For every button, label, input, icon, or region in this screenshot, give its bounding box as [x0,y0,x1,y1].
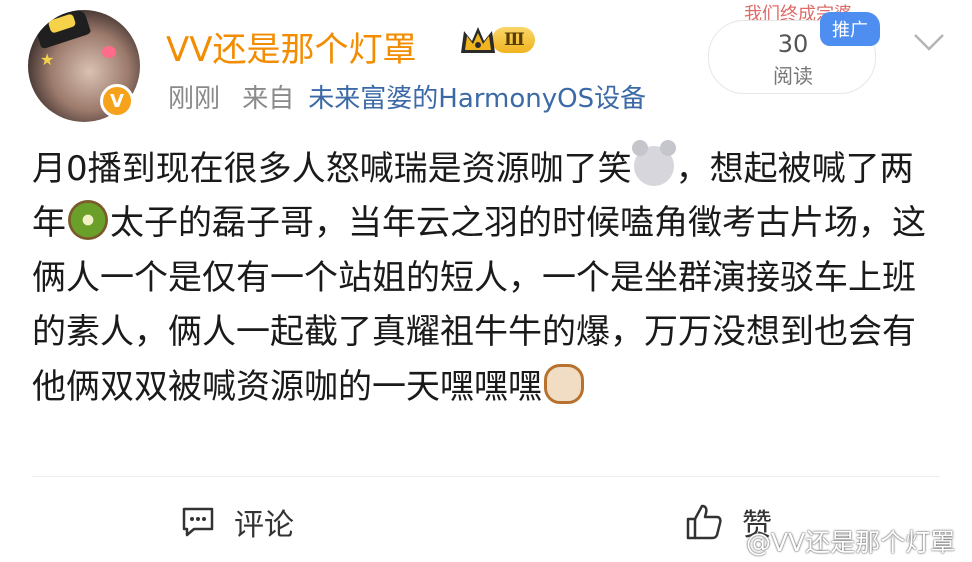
post-text-part3: 太子的磊子哥，当年云之羽的时候嗑角徵考古片场，这俩人一个是仅有一个站姐的短人，一… [32,203,926,407]
post-content: 月0播到现在很多人怒喊瑞是资源咖了笑 ，想起被喊了两年 太子的磊子哥，当年云之羽的时… [32,140,932,414]
star-icon: ★ [40,50,55,69]
level-text: Ⅲ [492,27,535,53]
source-device-link[interactable]: 未来富婆的HarmonyOS设备 [308,84,646,114]
chevron-down-icon[interactable] [912,30,946,54]
comment-icon [182,507,214,537]
post-text-part1: 月0播到现在很多人怒喊瑞是资源咖了笑 [32,149,632,189]
mouse-emoji-icon [631,140,676,186]
post-time: 刚刚 [168,84,221,114]
read-label: 阅读 [773,64,813,88]
crown-icon [458,23,498,57]
watermark: @VV还是那个灯罩 [746,528,956,557]
thumbs-up-icon [686,504,722,540]
username-link[interactable]: VV还是那个灯罩 [166,22,417,71]
verified-v-icon: V [100,84,134,118]
kiwi-emoji-icon [68,200,108,241]
promote-button[interactable]: 推广 [820,12,880,46]
source-prefix: 来自 [242,84,295,114]
read-count: 30 [777,30,809,58]
divider [32,476,940,477]
member-level-badge[interactable]: Ⅲ [458,22,535,58]
comment-button[interactable]: 评论 [180,500,294,544]
heart-sticker-icon [102,46,116,58]
comment-label: 评论 [234,508,294,543]
post-meta: 刚刚 来自 未来富婆的HarmonyOS设备 [168,78,660,115]
cat-emoji-icon [544,363,584,404]
